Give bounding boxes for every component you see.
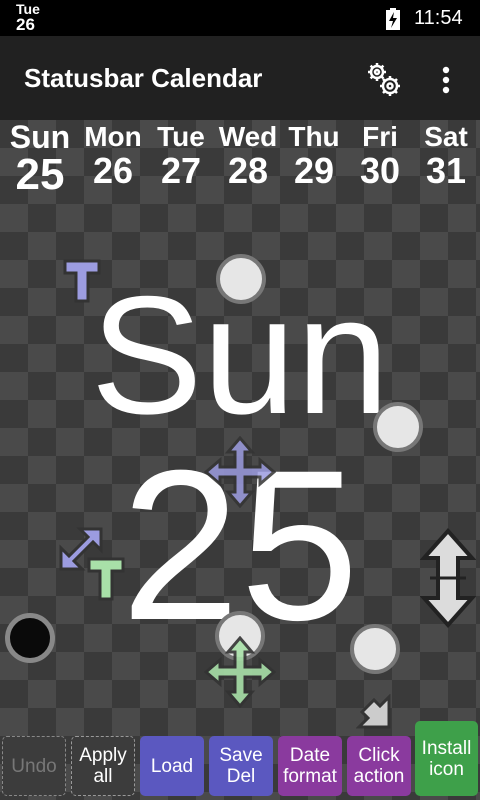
app-title: Statusbar Calendar <box>24 63 263 93</box>
background-color-handle[interactable] <box>5 613 55 663</box>
battery-charging-icon <box>386 8 400 30</box>
load-button[interactable]: Load <box>140 736 204 796</box>
overflow-menu-button[interactable] <box>428 58 464 102</box>
status-bar: Tue 26 11:54 <box>0 0 480 36</box>
day-move-icon[interactable] <box>204 436 276 508</box>
status-day: Tue <box>16 1 40 17</box>
week-day-date: 28 <box>227 150 269 191</box>
vertical-resize-icon[interactable] <box>420 528 476 628</box>
undo-button[interactable]: Undo <box>2 736 66 796</box>
day-right-handle[interactable] <box>373 402 423 452</box>
week-day-fri: Fri 30 <box>346 122 414 190</box>
status-date: 26 <box>16 15 35 34</box>
save-del-button[interactable]: Save Del <box>209 736 273 796</box>
more-vert-icon <box>442 66 450 94</box>
week-day-name: Fri <box>362 121 398 152</box>
week-day-thu: Thu 29 <box>280 122 348 190</box>
day-vertical-align-icon[interactable] <box>62 258 102 304</box>
week-day-mon: Mon 26 <box>79 122 147 190</box>
date-vertical-align-icon[interactable] <box>86 556 126 602</box>
corner-resize-icon[interactable] <box>356 694 392 730</box>
week-day-date: 26 <box>92 150 134 191</box>
date-corner-handle[interactable] <box>350 624 400 674</box>
icon-editor-canvas[interactable]: Sun 25 Mon 26 Tue 27 Wed 28 Thu 29 Fri 3… <box>0 120 480 800</box>
week-day-date: 27 <box>160 150 202 191</box>
week-day-name: Thu <box>288 121 340 152</box>
day-top-handle[interactable] <box>216 254 266 304</box>
week-day-date: 31 <box>425 150 467 191</box>
status-time: 11:54 <box>414 7 463 29</box>
week-day-name: Sat <box>424 121 468 152</box>
week-day-name: Tue <box>157 121 205 152</box>
week-day-name: Sun <box>9 119 71 155</box>
week-day-tue: Tue 27 <box>147 122 215 190</box>
settings-button[interactable] <box>362 58 406 102</box>
date-move-icon[interactable] <box>204 636 276 708</box>
gears-icon <box>368 63 400 96</box>
app-bar: Statusbar Calendar <box>0 36 480 120</box>
apply-all-button[interactable]: Apply all <box>71 736 135 796</box>
click-action-button[interactable]: Click action <box>347 736 411 796</box>
week-day-date: 30 <box>359 150 401 191</box>
week-day-sun: Sun 25 <box>6 119 74 199</box>
install-icon-button[interactable]: Install icon <box>415 721 478 796</box>
week-day-date: 29 <box>293 150 335 191</box>
week-day-wed: Wed 28 <box>214 122 282 190</box>
week-day-sat: Sat 31 <box>412 122 480 190</box>
date-format-button[interactable]: Date format <box>278 736 342 796</box>
week-day-name: Wed <box>218 121 278 152</box>
week-day-name: Mon <box>84 121 142 152</box>
week-day-date: 25 <box>15 150 65 199</box>
